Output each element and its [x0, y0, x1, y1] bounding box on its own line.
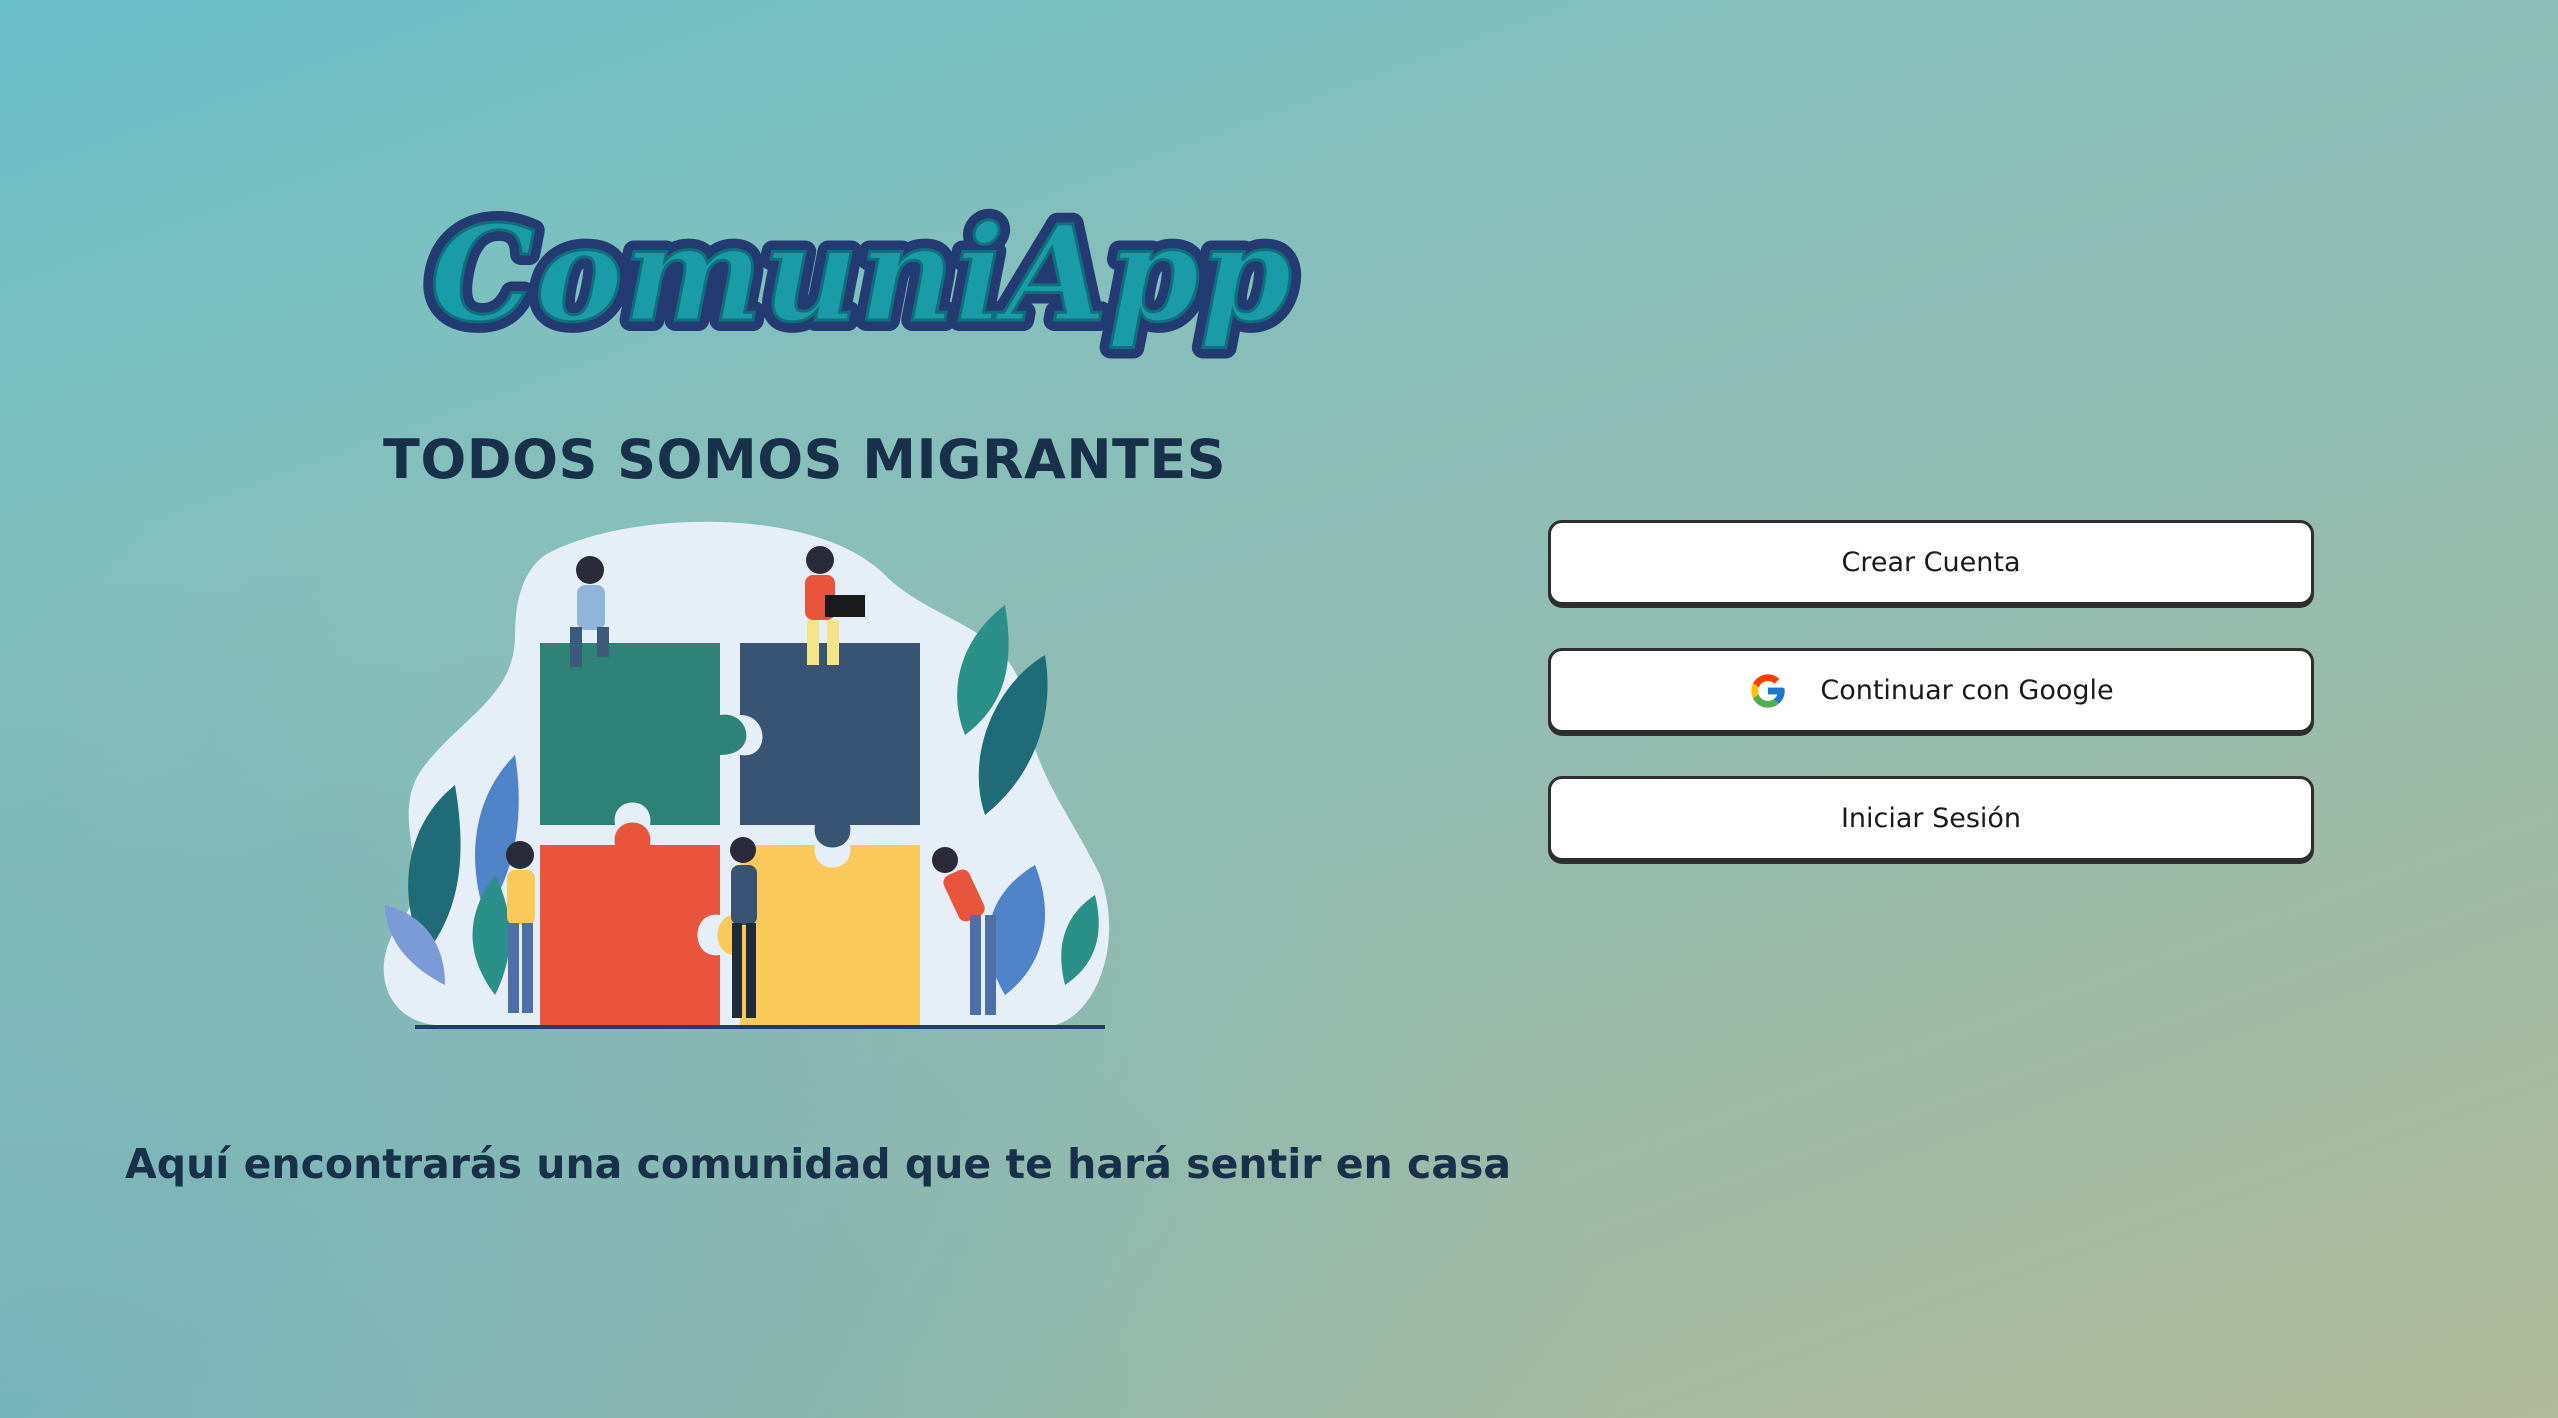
- puzzle-team-illustration: [365, 515, 1125, 1035]
- welcome-subtitle: Aquí encontrarás una comunidad que te ha…: [125, 1140, 1512, 1188]
- ground-line: [415, 1025, 1105, 1029]
- create-account-label: Crear Cuenta: [1841, 547, 2021, 578]
- create-account-button[interactable]: Crear Cuenta: [1548, 520, 2314, 605]
- logo-wordmark: ComuniApp ComuniApp: [419, 186, 1303, 363]
- google-signin-label: Continuar con Google: [1820, 675, 2114, 706]
- puzzle-piece-green: [540, 643, 747, 825]
- app-logo: ComuniApp ComuniApp: [419, 186, 1303, 380]
- login-button[interactable]: Iniciar Sesión: [1548, 776, 2314, 861]
- google-icon: [1748, 671, 1788, 711]
- tagline: TODOS SOMOS MIGRANTES: [383, 428, 1227, 491]
- logo-text: ComuniApp: [430, 197, 1292, 352]
- google-signin-button[interactable]: Continuar con Google: [1548, 648, 2314, 733]
- puzzle-piece-navy: [740, 643, 920, 848]
- puzzle-piece-red: [540, 822, 720, 1025]
- login-label: Iniciar Sesión: [1840, 803, 2022, 834]
